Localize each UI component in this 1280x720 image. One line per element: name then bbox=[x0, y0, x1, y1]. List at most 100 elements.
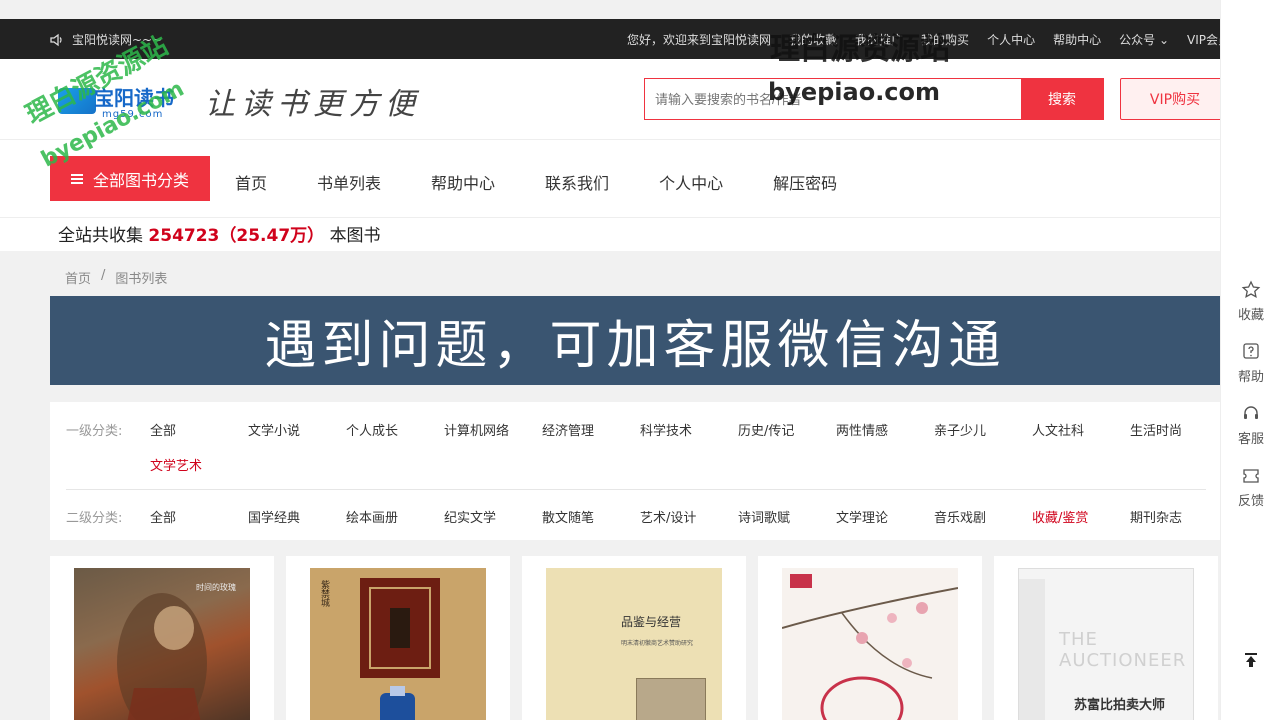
count-prefix: 全站共收集 bbox=[58, 226, 143, 246]
filter-option[interactable]: 计算机网络 bbox=[444, 420, 509, 439]
count-suffix: 本图书 bbox=[329, 226, 381, 246]
site-header: 宝阳读书 mg59.com 让读书更方便 搜索 VIP购买 bbox=[0, 59, 1230, 139]
all-categories-button[interactable]: 全部图书分类 bbox=[50, 156, 210, 201]
browser-top-strip bbox=[0, 0, 1280, 19]
filter-option[interactable]: 纪实文学 bbox=[444, 507, 496, 526]
chevron-down-icon: ⌄ bbox=[1158, 33, 1169, 47]
top-link-wechat[interactable]: 公众号 ⌄ bbox=[1119, 31, 1169, 48]
logo-domain: mg59.com bbox=[102, 109, 164, 120]
book-card[interactable]: 品鉴与经营 明末清初徽商艺术赞助研究 bbox=[522, 556, 746, 720]
book-cover[interactable]: 时间的玫瑰 bbox=[74, 568, 250, 720]
filter-option[interactable]: 亲子少儿 bbox=[934, 420, 986, 439]
filter-option[interactable]: 艺术/设计 bbox=[640, 507, 696, 526]
filter-option[interactable]: 音乐戏剧 bbox=[934, 507, 986, 526]
arrow-up-icon bbox=[1245, 653, 1257, 667]
logo-name: 宝阳读书 bbox=[94, 86, 174, 110]
filter-option[interactable]: 两性情感 bbox=[836, 420, 888, 439]
filter-option-active[interactable]: 收藏/鉴赏 bbox=[1032, 507, 1088, 526]
sidebar-item-feedback[interactable]: 反馈 bbox=[1221, 466, 1280, 509]
sidebar-item-service[interactable]: 客服 bbox=[1221, 404, 1280, 447]
site-logo[interactable]: 宝阳读书 mg59.com 让读书更方便 bbox=[58, 79, 421, 123]
search-button[interactable]: 搜索 bbox=[1021, 79, 1103, 119]
filter-level2-row: 二级分类: 全部 国学经典 绘本画册 纪实文学 散文随笔 艺术/设计 诗词歌赋 … bbox=[66, 507, 1206, 527]
book-card[interactable]: 时间的玫瑰 bbox=[50, 556, 274, 720]
filter-option[interactable]: 生活时尚 bbox=[1130, 420, 1182, 439]
breadcrumb-home[interactable]: 首页 bbox=[65, 268, 91, 287]
filter-option[interactable]: 经济管理 bbox=[542, 420, 594, 439]
service-banner[interactable]: 遇到问题，可加客服微信沟通 bbox=[50, 296, 1220, 385]
book-count-text: 全站共收集 254723（25.47万） 本图书 bbox=[58, 221, 381, 246]
filter-option[interactable]: 人文社科 bbox=[1032, 420, 1084, 439]
nav-item-user-center[interactable]: 个人中心 bbox=[659, 170, 723, 194]
main-nav: 全部图书分类 首页 书单列表 帮助中心 联系我们 个人中心 解压密码 bbox=[0, 139, 1220, 217]
top-link-user-center[interactable]: 个人中心 bbox=[987, 31, 1035, 48]
nav-item-booklists[interactable]: 书单列表 bbox=[317, 170, 381, 194]
book-card[interactable] bbox=[758, 556, 982, 720]
book-count-bar: 全站共收集 254723（25.47万） 本图书 bbox=[0, 217, 1220, 251]
filter-option[interactable]: 诗词歌赋 bbox=[738, 507, 790, 526]
filter-divider bbox=[66, 489, 1206, 490]
book-cover-en-title: THE AUCTIONEER bbox=[1059, 629, 1187, 671]
count-number: 254723（25.47万） bbox=[148, 226, 325, 246]
book-cover[interactable]: 品鉴与经营 明末清初徽商艺术赞助研究 bbox=[546, 568, 722, 720]
sidebar-label: 帮助 bbox=[1237, 370, 1264, 385]
filter-option[interactable]: 全部 bbox=[150, 420, 176, 439]
book-cover-title: 苏富比拍卖大师 bbox=[1074, 698, 1166, 713]
top-link-purchases[interactable]: 我的购买 bbox=[921, 31, 969, 48]
nav-item-help[interactable]: 帮助中心 bbox=[431, 170, 495, 194]
filter-option[interactable]: 历史/传记 bbox=[738, 420, 794, 439]
book-cover-spine bbox=[1019, 579, 1045, 720]
all-categories-label: 全部图书分类 bbox=[92, 170, 189, 190]
filter-option-active[interactable]: 文学艺术 bbox=[150, 455, 202, 474]
sidebar-item-favorite[interactable]: 收藏 bbox=[1221, 280, 1280, 323]
headset-icon bbox=[1244, 406, 1258, 419]
breadcrumb-current: 图书列表 bbox=[115, 272, 168, 287]
filter-level2-label: 二级分类: bbox=[66, 511, 123, 526]
nav-item-home[interactable]: 首页 bbox=[235, 170, 267, 194]
book-cover-title: 紫禁城 bbox=[319, 580, 329, 607]
filter-option[interactable]: 国学经典 bbox=[248, 507, 300, 526]
book-icon bbox=[58, 88, 96, 114]
filter-option[interactable]: 文学理论 bbox=[836, 507, 888, 526]
book-cover-subtitle: 明末清初徽商艺术赞助研究 bbox=[621, 640, 694, 647]
top-links: 您好，欢迎来到宝阳悦读网 我的收藏 我的推广 我的购买 个人中心 帮助中心 公众… bbox=[627, 31, 1230, 48]
top-link-favorites[interactable]: 我的收藏 bbox=[789, 31, 837, 48]
top-link-help[interactable]: 帮助中心 bbox=[1053, 31, 1101, 48]
sidebar-item-help[interactable]: 帮助 bbox=[1221, 342, 1280, 385]
search-input[interactable] bbox=[645, 79, 1021, 119]
site-slogan: 让读书更方便 bbox=[205, 87, 421, 122]
book-card[interactable]: THE AUCTIONEER 苏富比拍卖大师 bbox=[994, 556, 1218, 720]
book-cover-title: 时间的玫瑰 bbox=[196, 583, 236, 592]
filter-option[interactable]: 科学技术 bbox=[640, 420, 692, 439]
book-card[interactable]: 紫禁城 bbox=[286, 556, 510, 720]
menu-icon bbox=[70, 173, 83, 184]
back-to-top-button[interactable] bbox=[1221, 650, 1280, 674]
filter-option[interactable]: 期刊杂志 bbox=[1130, 507, 1182, 526]
logo-mark: 宝阳读书 mg59.com bbox=[58, 80, 193, 122]
nav-item-unzip-password[interactable]: 解压密码 bbox=[773, 170, 837, 194]
greeting-text: 您好，欢迎来到宝阳悦读网 bbox=[627, 33, 772, 47]
search-box: 搜索 bbox=[644, 78, 1104, 120]
vip-purchase-button[interactable]: VIP购买 bbox=[1120, 78, 1230, 120]
filter-option[interactable]: 全部 bbox=[150, 507, 176, 526]
category-filter: 一级分类: 全部 文学小说 个人成长 计算机网络 经济管理 科学技术 历史/传记… bbox=[50, 402, 1220, 540]
book-cover-painting bbox=[636, 678, 706, 720]
top-link-promotion[interactable]: 我的推广 bbox=[855, 31, 903, 48]
filter-option[interactable]: 文学小说 bbox=[248, 420, 300, 439]
sidebar-label: 反馈 bbox=[1237, 494, 1264, 509]
filter-level1-row: 一级分类: 全部 文学小说 个人成长 计算机网络 经济管理 科学技术 历史/传记… bbox=[66, 420, 1206, 474]
speaker-icon bbox=[50, 33, 62, 46]
book-grid: 时间的玫瑰 紫禁城 品鉴与经营 明末清初徽商艺术赞助研究 THE AUCTION… bbox=[50, 556, 1220, 720]
star-icon bbox=[1241, 280, 1261, 298]
filter-option[interactable]: 个人成长 bbox=[346, 420, 398, 439]
filter-option[interactable]: 散文随笔 bbox=[542, 507, 594, 526]
sidebar-label: 客服 bbox=[1237, 432, 1264, 447]
breadcrumb: 首页 / 图书列表 bbox=[65, 268, 167, 287]
book-cover[interactable] bbox=[782, 568, 958, 720]
book-cover[interactable]: THE AUCTIONEER 苏富比拍卖大师 bbox=[1018, 568, 1194, 720]
filter-option[interactable]: 绘本画册 bbox=[346, 507, 398, 526]
book-cover-title: 品鉴与经营 bbox=[621, 615, 682, 629]
book-cover[interactable]: 紫禁城 bbox=[310, 568, 486, 720]
ticket-icon bbox=[1243, 469, 1259, 483]
nav-item-contact[interactable]: 联系我们 bbox=[545, 170, 609, 194]
